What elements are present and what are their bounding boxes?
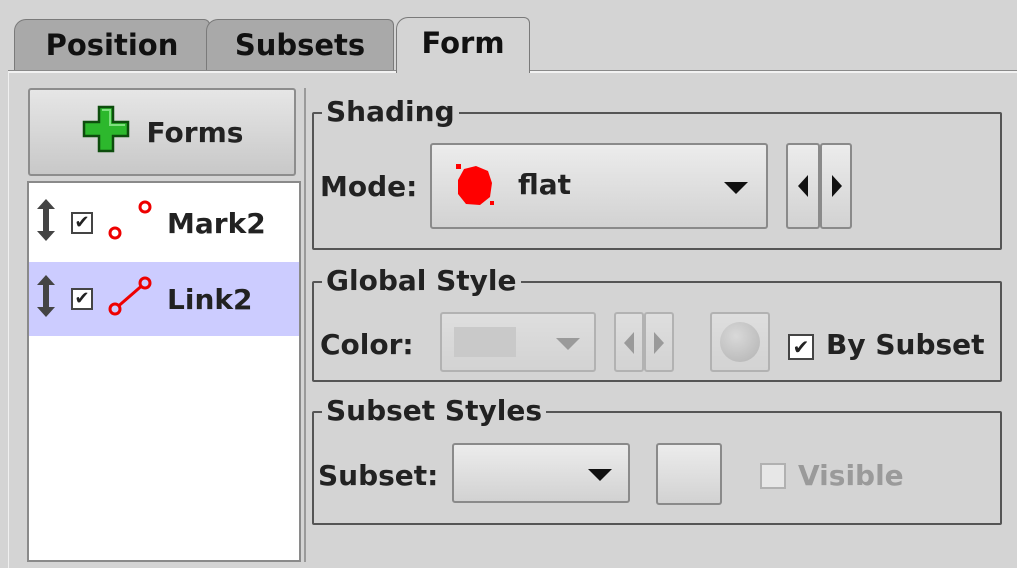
layer-label: Link2 <box>167 282 253 316</box>
tab-position[interactable]: Position <box>14 19 210 71</box>
list-item[interactable]: ✔ Link2 <box>29 262 299 336</box>
mode-value: flat <box>518 168 572 201</box>
by-subset-checkbox[interactable]: ✔ <box>788 334 814 360</box>
color-swatch <box>454 327 516 357</box>
plus-icon <box>81 104 131 161</box>
chevron-left-icon <box>624 332 634 354</box>
shading-group-title: Shading <box>322 95 459 128</box>
drag-handle-icon[interactable] <box>35 274 57 325</box>
color-label: Color: <box>320 328 414 361</box>
layer-visible-checkbox[interactable]: ✔ <box>71 212 93 234</box>
subset-style-button[interactable] <box>656 443 722 505</box>
subset-label: Subset: <box>318 459 439 492</box>
mode-prev-button[interactable] <box>786 143 820 229</box>
chevron-left-icon <box>798 175 808 197</box>
layer-label: Mark2 <box>167 206 266 240</box>
color-next-button[interactable] <box>644 312 674 372</box>
tab-subsets-label: Subsets <box>234 28 366 62</box>
list-item[interactable]: ✔ Mark2 <box>29 186 299 260</box>
layer-visible-checkbox[interactable]: ✔ <box>71 288 93 310</box>
subset-styles-group-title: Subset Styles <box>322 394 546 427</box>
add-form-button[interactable]: Forms <box>28 88 296 176</box>
divider <box>304 88 306 562</box>
chevron-down-icon <box>556 338 580 350</box>
chevron-down-icon <box>724 182 748 194</box>
mode-next-button[interactable] <box>820 143 852 229</box>
mode-select[interactable]: flat <box>430 143 768 229</box>
mark-icon <box>107 197 153 250</box>
color-select[interactable] <box>440 312 596 372</box>
subset-select[interactable] <box>452 443 630 503</box>
tab-form-label: Form <box>421 26 505 60</box>
color-wheel-icon <box>720 322 760 362</box>
color-picker-button[interactable] <box>710 312 770 372</box>
visible-checkbox[interactable] <box>760 463 786 489</box>
layer-list: ✔ Mark2 ✔ Link2 <box>27 181 301 562</box>
color-prev-button[interactable] <box>614 312 644 372</box>
tab-form[interactable]: Form <box>396 17 530 73</box>
tab-subsets[interactable]: Subsets <box>206 19 394 71</box>
chevron-right-icon <box>832 175 842 197</box>
by-subset-label: By Subset <box>826 328 985 361</box>
add-form-button-label: Forms <box>146 115 244 149</box>
mode-label: Mode: <box>320 170 418 203</box>
chevron-right-icon <box>654 332 664 354</box>
chevron-down-icon <box>588 469 612 481</box>
tab-position-label: Position <box>45 28 179 62</box>
link-icon <box>107 273 153 326</box>
flat-shading-icon <box>454 163 496 213</box>
visible-label: Visible <box>798 459 904 492</box>
global-style-group-title: Global Style <box>322 264 521 297</box>
drag-handle-icon[interactable] <box>35 198 57 249</box>
